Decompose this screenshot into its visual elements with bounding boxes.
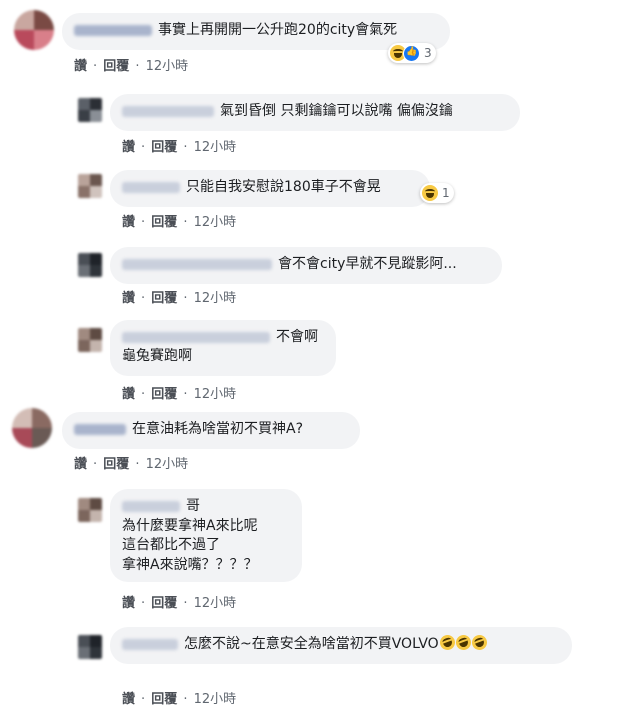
comment-bubble: 不會啊 龜兔賽跑啊 [110,320,336,376]
rofl-icon [453,632,473,653]
timestamp[interactable]: 12小時 [194,692,237,707]
reaction-summary[interactable]: 3 [388,43,436,63]
reply-button[interactable]: 回覆 [151,140,177,155]
comment-bubble: 哥 為什麼要拿神A來比呢 這台都比不過了 拿神A來說嘴？？？？ [110,489,302,582]
comment-actions: 讚 · 回覆 · 12小時 [122,692,237,707]
like-button[interactable]: 讚 [74,59,87,74]
avatar[interactable] [78,328,102,352]
comment-text: 這台都比不過了 [122,537,220,553]
comment-text: 會不會city早就不見蹤影阿... [278,256,457,272]
comment-bubble: 會不會city早就不見蹤影阿... [110,247,502,284]
comment-bubble: 在意油耗為啥當初不買神A? [62,412,360,449]
reply-button[interactable]: 回覆 [151,291,177,306]
like-button[interactable]: 讚 [122,596,135,611]
avatar[interactable] [78,253,102,277]
haha-icon [422,185,438,201]
comment-actions: 讚 · 回覆 · 12小時 [122,387,237,402]
like-icon [403,44,420,62]
avatar[interactable] [78,635,102,659]
like-button[interactable]: 讚 [122,291,135,306]
commenter-name[interactable] [122,500,180,512]
reply-button[interactable]: 回覆 [151,387,177,402]
timestamp[interactable]: 12小時 [146,457,189,472]
comment-text: 只能自我安慰說180車子不會晃 [186,179,381,195]
comment-text: 龜兔賽跑啊 [122,348,192,364]
comment-text: 怎麼不說~在意安全為啥當初不買VOLVO [184,636,439,652]
commenter-name[interactable] [74,24,152,36]
comment-bubble: 氣到昏倒 只剩鑰鑰可以說嘴 偏偏沒鑰 [110,94,520,131]
timestamp[interactable]: 12小時 [194,387,237,402]
like-button[interactable]: 讚 [122,387,135,402]
timestamp[interactable]: 12小時 [194,140,237,155]
avatar[interactable] [78,98,102,122]
commenter-name[interactable] [74,423,126,435]
reply-button[interactable]: 回覆 [103,457,129,472]
rofl-icon [437,632,457,653]
timestamp[interactable]: 12小時 [194,291,237,306]
commenter-name[interactable] [122,638,178,650]
comment-actions: 讚 · 回覆 · 12小時 [74,59,189,74]
avatar[interactable] [78,498,102,522]
avatar[interactable] [12,408,52,448]
comment-actions: 讚 · 回覆 · 12小時 [122,291,237,306]
comment-text: 不會啊 [276,329,318,345]
reply-button[interactable]: 回覆 [151,215,177,230]
commenter-name[interactable] [122,181,180,193]
comment-text: 氣到昏倒 只剩鑰鑰可以說嘴 偏偏沒鑰 [220,103,453,119]
comment-actions: 讚 · 回覆 · 12小時 [74,457,189,472]
commenter-name[interactable] [122,331,270,343]
timestamp[interactable]: 12小時 [194,215,237,230]
comment-actions: 讚 · 回覆 · 12小時 [122,215,237,230]
comment-bubble: 怎麼不說~在意安全為啥當初不買VOLVO [110,627,572,664]
comment-text: 拿神A來說嘴？？？？ [122,556,258,573]
commenter-name[interactable] [122,105,214,117]
commenter-name[interactable] [122,258,272,270]
comment-actions: 讚 · 回覆 · 12小時 [122,140,237,155]
comment-text: 哥 [186,498,200,514]
timestamp[interactable]: 12小時 [194,596,237,611]
reaction-count: 3 [424,46,432,60]
comment-text: 在意油耗為啥當初不買神A? [132,421,304,437]
reaction-count: 1 [442,186,450,200]
like-button[interactable]: 讚 [122,692,135,707]
like-button[interactable]: 讚 [122,215,135,230]
comment-text: 為什麼要拿神A來比呢 [122,517,258,534]
comment-bubble: 只能自我安慰說180車子不會晃 [110,170,430,207]
rofl-icon [469,632,489,653]
reply-button[interactable]: 回覆 [151,596,177,611]
like-button[interactable]: 讚 [74,457,87,472]
avatar[interactable] [78,174,102,198]
like-button[interactable]: 讚 [122,140,135,155]
reaction-summary[interactable]: 1 [420,183,454,203]
timestamp[interactable]: 12小時 [146,59,189,74]
avatar[interactable] [14,10,54,50]
comment-actions: 讚 · 回覆 · 12小時 [122,596,237,611]
reply-button[interactable]: 回覆 [151,692,177,707]
reply-button[interactable]: 回覆 [103,59,129,74]
comment-text: 事實上再開開一公升跑20的city會氣死 [158,22,398,38]
